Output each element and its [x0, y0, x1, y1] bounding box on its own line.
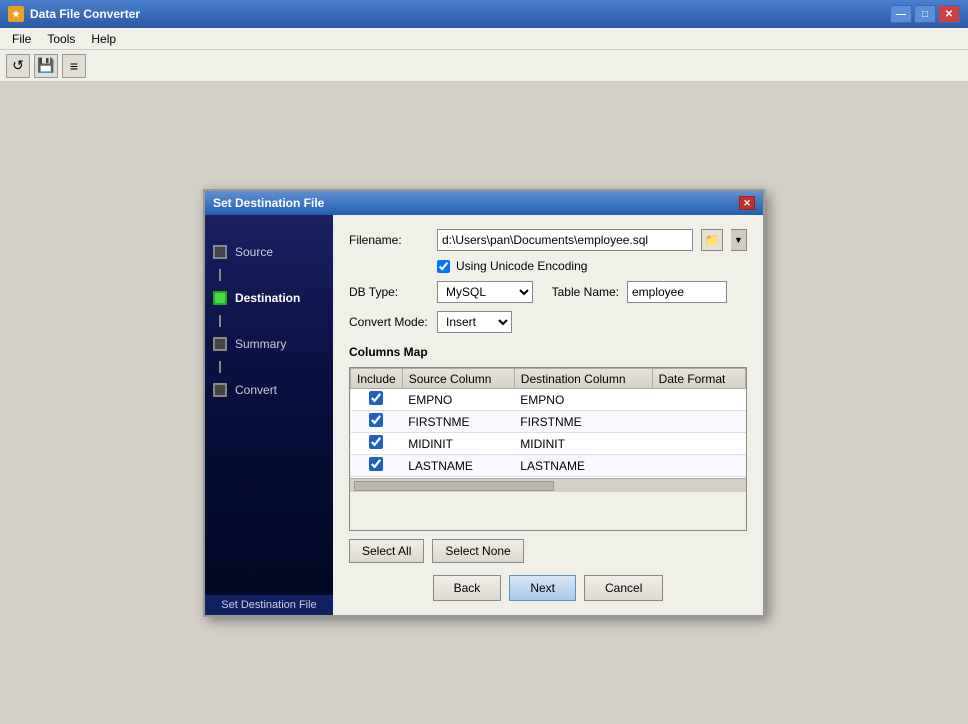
source-col-1: FIRSTNME [402, 411, 514, 433]
app-title: Data File Converter [30, 7, 890, 21]
sidebar-connector-1 [219, 269, 221, 281]
sidebar-label-convert: Convert [235, 383, 277, 397]
row-checkbox-1[interactable] [369, 413, 383, 427]
cancel-button[interactable]: Cancel [584, 575, 663, 601]
dialog-titlebar: Set Destination File ✕ [205, 191, 763, 215]
toolbar-refresh-button[interactable]: ↺ [6, 54, 30, 78]
source-col-0: EMPNO [402, 389, 514, 411]
browse-button[interactable]: 📁 [701, 229, 723, 251]
step-indicator-summary [213, 337, 227, 351]
maximize-button[interactable]: □ [914, 5, 936, 23]
convertmode-select[interactable]: Insert Update Replace [437, 311, 512, 333]
sidebar-connector-3 [219, 361, 221, 373]
table-horizontal-scrollbar[interactable] [350, 478, 746, 492]
filename-input[interactable] [437, 229, 693, 251]
date-col-2 [652, 433, 745, 455]
col-header-destination: Destination Column [514, 369, 652, 389]
menu-bar: File Tools Help [0, 28, 968, 50]
row-checkbox-3[interactable] [369, 457, 383, 471]
columns-table-body: EMPNO EMPNO FIRSTNME FIRSTNME [351, 389, 746, 479]
row-checkbox-2[interactable] [369, 435, 383, 449]
step-indicator-destination [213, 291, 227, 305]
dialog-body: Source Destination Summary Convert [205, 215, 763, 615]
select-all-button[interactable]: Select All [349, 539, 424, 563]
columns-map-label: Columns Map [349, 345, 747, 359]
filename-dropdown-button[interactable]: ▼ [731, 229, 747, 251]
row-checkbox-0[interactable] [369, 391, 383, 405]
unicode-label[interactable]: Using Unicode Encoding [456, 259, 587, 273]
col-header-dateformat: Date Format [652, 369, 745, 389]
selection-action-row: Select All Select None [349, 539, 747, 563]
columns-table: Include Source Column Destination Column… [350, 368, 746, 478]
window-controls: — □ ✕ [890, 5, 960, 23]
convertmode-label: Convert Mode: [349, 315, 429, 329]
menu-help[interactable]: Help [83, 30, 124, 48]
filename-label: Filename: [349, 233, 429, 247]
toolbar-grid-button[interactable]: ≡ [62, 54, 86, 78]
dbtype-select[interactable]: MySQL PostgreSQL SQLite MSSQL [437, 281, 533, 303]
h-scroll-thumb [354, 481, 554, 491]
date-col-0 [652, 389, 745, 411]
tablename-input[interactable] [627, 281, 727, 303]
select-none-button[interactable]: Select None [432, 539, 523, 563]
sidebar-label-summary: Summary [235, 337, 286, 351]
sidebar-connector-2 [219, 315, 221, 327]
sidebar-label-destination: Destination [235, 291, 300, 305]
col-header-source: Source Column [402, 369, 514, 389]
col-header-include: Include [351, 369, 403, 389]
toolbar: ↺ 💾 ≡ [0, 50, 968, 82]
table-row: MIDINIT MIDINIT [351, 433, 746, 455]
sidebar-label-source: Source [235, 245, 273, 259]
source-col-2: MIDINIT [402, 433, 514, 455]
back-button[interactable]: Back [433, 575, 502, 601]
source-col-3: LASTNAME [402, 455, 514, 477]
unicode-row: Using Unicode Encoding [437, 259, 747, 273]
main-content: Set Destination File ✕ Source Destinatio… [0, 82, 968, 724]
dest-col-2: MIDINIT [514, 433, 652, 455]
dialog: Set Destination File ✕ Source Destinatio… [203, 189, 765, 617]
sidebar-item-destination[interactable]: Destination [205, 281, 333, 315]
sidebar-item-convert[interactable]: Convert [205, 373, 333, 407]
wizard-sidebar: Source Destination Summary Convert [205, 215, 333, 615]
dbtype-tablename-row: DB Type: MySQL PostgreSQL SQLite MSSQL T… [349, 281, 747, 303]
dialog-title: Set Destination File [213, 196, 739, 210]
convertmode-row: Convert Mode: Insert Update Replace [349, 311, 747, 333]
columns-table-header: Include Source Column Destination Column… [351, 369, 746, 389]
toolbar-save-button[interactable]: 💾 [34, 54, 58, 78]
unicode-checkbox[interactable] [437, 260, 450, 273]
sidebar-item-source[interactable]: Source [205, 235, 333, 269]
columns-table-scroll[interactable]: Include Source Column Destination Column… [350, 368, 746, 478]
title-bar: ★ Data File Converter — □ ✕ [0, 0, 968, 28]
navigation-row: Back Next Cancel [349, 571, 747, 601]
dbtype-label: DB Type: [349, 285, 429, 299]
date-col-3 [652, 455, 745, 477]
filename-row: Filename: 📁 ▼ [349, 229, 747, 251]
minimize-button[interactable]: — [890, 5, 912, 23]
step-indicator-convert [213, 383, 227, 397]
tablename-label: Table Name: [541, 285, 619, 299]
close-window-button[interactable]: ✕ [938, 5, 960, 23]
menu-tools[interactable]: Tools [39, 30, 83, 48]
dest-col-0: EMPNO [514, 389, 652, 411]
menu-file[interactable]: File [4, 30, 39, 48]
right-panel: Filename: 📁 ▼ Using Unicode Encoding DB … [333, 215, 763, 615]
columns-table-container: Include Source Column Destination Column… [349, 367, 747, 531]
step-indicator-source [213, 245, 227, 259]
next-button[interactable]: Next [509, 575, 576, 601]
table-row: LASTNAME LASTNAME [351, 455, 746, 477]
date-col-1 [652, 411, 745, 433]
table-row: EMPNO EMPNO [351, 389, 746, 411]
dest-col-1: FIRSTNME [514, 411, 652, 433]
dialog-close-button[interactable]: ✕ [739, 196, 755, 210]
app-icon: ★ [8, 6, 24, 22]
table-row: FIRSTNME FIRSTNME [351, 411, 746, 433]
sidebar-item-summary[interactable]: Summary [205, 327, 333, 361]
dest-col-3: LASTNAME [514, 455, 652, 477]
sidebar-footer: Set Destination File [205, 595, 333, 615]
